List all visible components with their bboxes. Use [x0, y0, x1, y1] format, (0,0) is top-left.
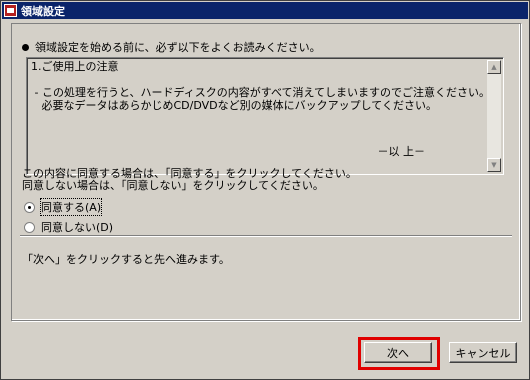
notice-line: 1.ご使用上の注意 — [31, 60, 119, 73]
radio-agree[interactable]: 同意する(A) — [24, 198, 103, 216]
radio-disagree[interactable]: 同意しない(D) — [24, 219, 113, 235]
notice-line: 必要なデータはあらかじめCD/DVDなど別の媒体にバックアップしてください。 — [31, 99, 437, 112]
radio-checked-icon[interactable] — [24, 201, 35, 213]
cancel-button[interactable]: キャンセル — [449, 342, 517, 363]
intro-text: 領域設定を始める前に、必ず以下をよくお読みください。 — [35, 41, 321, 54]
next-hint: 「次へ」をクリックすると先へ進みます。 — [22, 253, 230, 266]
radio-agree-label[interactable]: 同意する(A) — [39, 198, 103, 216]
title-bar[interactable]: 領域設定 — [2, 2, 528, 19]
agree-instruction-line: 同意しない場合は、「同意しない」をクリックしてください。 — [22, 179, 324, 192]
window-title: 領域設定 — [21, 4, 65, 18]
setup-dialog: 領域設定 領域設定を始める前に、必ず以下をよくお読みください。 1.ご使用上の注… — [0, 0, 530, 380]
notice-line: - この処理を行うと、ハードディスクの内容がすべて消えてしまいますのでご注意くだ… — [31, 86, 490, 99]
bullet-icon — [22, 43, 29, 51]
content-panel: 領域設定を始める前に、必ず以下をよくお読みください。 1.ご使用上の注意 - こ… — [11, 23, 521, 321]
vertical-scrollbar[interactable]: ▲ ▼ — [487, 60, 501, 172]
scroll-up-icon[interactable]: ▲ — [487, 60, 501, 74]
radio-disagree-label[interactable]: 同意しない(D) — [41, 219, 113, 235]
intro-line: 領域設定を始める前に、必ず以下をよくお読みください。 — [22, 39, 321, 55]
next-button-highlight — [358, 337, 440, 370]
radio-unchecked-icon[interactable] — [24, 221, 35, 233]
notice-closing: －以 上－ — [377, 145, 426, 158]
divider — [20, 235, 512, 237]
scroll-down-icon[interactable]: ▼ — [487, 158, 501, 172]
agree-instructions: この内容に同意する場合は、「同意する」をクリックしてください。 同意しない場合は… — [22, 168, 357, 192]
app-icon — [4, 4, 17, 17]
notice-textbox[interactable]: 1.ご使用上の注意 - この処理を行うと、ハードディスクの内容がすべて消えてしま… — [26, 57, 504, 175]
